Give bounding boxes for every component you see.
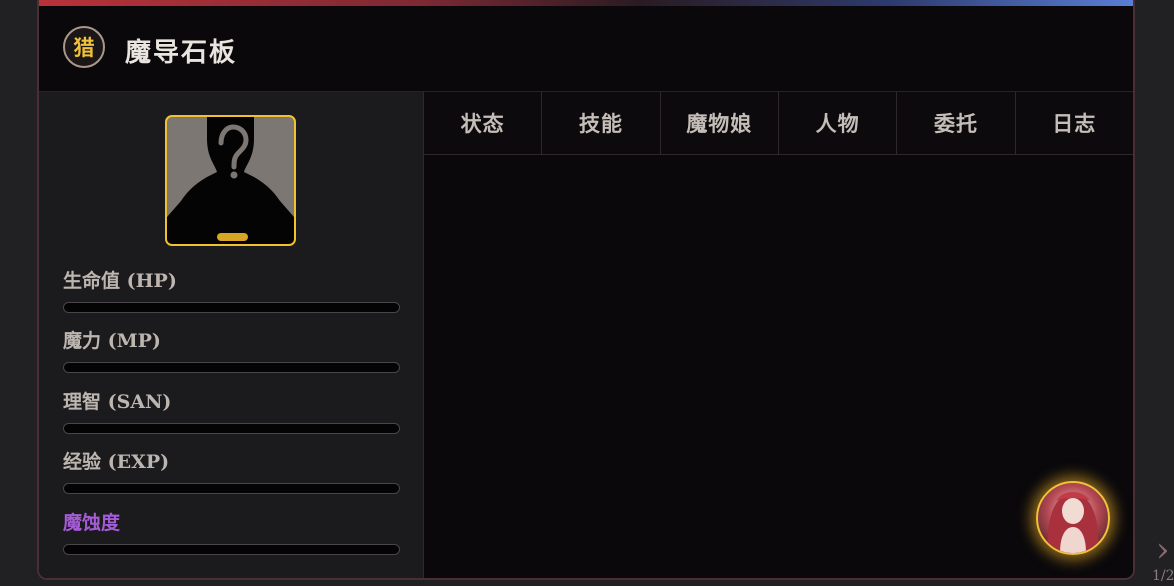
stat-mp: 魔力 (MP) [63,328,400,373]
stat-san-bar [63,423,400,434]
stat-san: 理智 (SAN) [63,389,400,434]
stat-hp-label: 生命值 (HP) [63,270,177,292]
tab-commissions[interactable]: 委托 [897,92,1016,154]
player-avatar[interactable] [165,115,296,246]
panel-header: 猎 魔导石板 [39,6,1133,92]
avatar-level-tab [217,233,248,241]
stat-hp-bar [63,302,400,313]
character-portrait-icon[interactable] [1036,481,1110,555]
stat-mp-bar [63,362,400,373]
panel-title: 魔导石板 [125,38,238,68]
page-indicator: 1/2 [1152,568,1174,584]
magic-tablet-panel: 猎 魔导石板 生命值 (HP) 魔力 (MP) 理智 (SAN) 经验 (EXP… [37,0,1135,580]
tab-bar: 状态 技能 魔物娘 人物 委托 日志 [424,92,1133,155]
tab-log[interactable]: 日志 [1016,92,1133,154]
stat-exp: 经验 (EXP) [63,449,400,494]
stat-corruption-label: 魔蚀度 [63,512,121,534]
tab-skills[interactable]: 技能 [542,92,661,154]
stat-corruption: 魔蚀度 [63,510,400,555]
stat-san-label: 理智 (SAN) [63,391,172,413]
chevron-right-icon[interactable]: › [1156,530,1174,570]
tab-characters[interactable]: 人物 [779,92,898,154]
unknown-silhouette-icon [167,117,294,244]
tab-content-area [424,155,1133,578]
stat-corruption-bar [63,544,400,555]
stat-exp-bar [63,483,400,494]
tab-monster-girls[interactable]: 魔物娘 [661,92,779,154]
status-sidebar: 生命值 (HP) 魔力 (MP) 理智 (SAN) 经验 (EXP) 魔蚀度 [39,92,424,578]
portrait-art [1047,492,1099,553]
hunter-badge: 猎 [63,26,105,68]
tab-status[interactable]: 状态 [424,92,543,154]
stat-mp-label: 魔力 (MP) [63,330,161,352]
stat-exp-label: 经验 (EXP) [63,451,170,473]
stat-hp: 生命值 (HP) [63,268,400,313]
